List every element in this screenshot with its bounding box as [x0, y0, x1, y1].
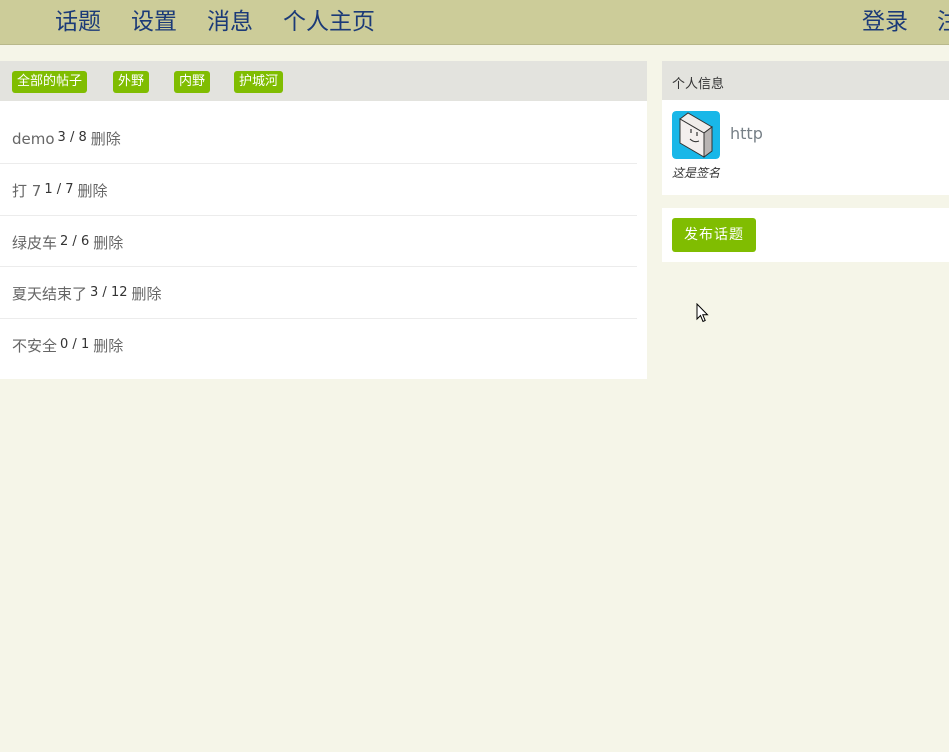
reply-count: 1	[44, 182, 53, 197]
view-count: 6	[80, 234, 90, 249]
topic-row: demo 3 / 8 删除	[0, 112, 637, 164]
nav-topics-link[interactable]: 话题	[55, 8, 101, 36]
nav-profile-link[interactable]: 个人主页	[283, 8, 375, 36]
profile-panel-title: 个人信息	[672, 77, 725, 92]
tab-all-posts[interactable]: 全部的帖子	[12, 71, 88, 93]
tab-moat[interactable]: 护城河	[234, 71, 284, 93]
topic-title-link[interactable]: demo	[12, 130, 55, 148]
publish-topic-button[interactable]: 发布话题	[672, 218, 756, 252]
profile-panel-header: 个人信息	[662, 61, 949, 100]
topic-row: 绿皮车 2 / 6 删除	[0, 215, 637, 267]
username-link[interactable]: http	[730, 124, 763, 143]
delete-link[interactable]: 删除	[91, 130, 121, 148]
mouse-cursor-icon	[696, 303, 709, 323]
view-count: 7	[65, 182, 74, 197]
profile-panel: 个人信息 http 这是签名	[662, 61, 949, 195]
topic-row: 不安全 0 / 1 删除	[0, 319, 637, 371]
avatar[interactable]	[672, 111, 720, 159]
topic-tabs-bar: 全部的帖子 外野 内野 护城河	[0, 61, 647, 101]
topic-list-panel: 全部的帖子 外野 内野 护城河 demo 3 / 8 删除 打 71 / 7 删除 绿…	[0, 61, 647, 379]
delete-link[interactable]: 删除	[93, 234, 123, 252]
topic-title-link[interactable]: 绿皮车	[12, 234, 57, 252]
count-separator: /	[68, 337, 81, 352]
topic-row: 打 71 / 7 删除	[0, 164, 637, 216]
publish-panel: 发布话题	[662, 208, 949, 262]
topic-row: 夏天结束了 3 / 12 删除	[0, 267, 637, 319]
avatar-icon	[672, 111, 720, 159]
nav-settings-link[interactable]: 设置	[131, 8, 177, 36]
count-separator: /	[68, 234, 81, 249]
nav-messages-link[interactable]: 消息	[207, 8, 253, 36]
count-separator: /	[98, 285, 111, 300]
topic-title-link[interactable]: 不安全	[12, 337, 57, 355]
tab-infield[interactable]: 内野	[174, 71, 211, 93]
tab-outfield[interactable]: 外野	[113, 71, 150, 93]
topic-title-link[interactable]: 夏天结束了	[12, 285, 87, 303]
user-signature: 这是签名	[672, 166, 721, 180]
top-navbar: 话题 设置 消息 个人主页 登录 注	[0, 0, 949, 45]
count-separator: /	[52, 182, 66, 197]
nav-login-link[interactable]: 登录	[862, 8, 908, 36]
delete-link[interactable]: 删除	[78, 182, 108, 200]
reply-count: 3	[57, 130, 66, 145]
topic-title-link[interactable]: 打 7	[12, 182, 41, 200]
count-separator: /	[65, 130, 79, 145]
view-count: 8	[78, 130, 87, 145]
delete-link[interactable]: 删除	[132, 285, 162, 303]
nav-register-link[interactable]: 注	[937, 8, 949, 36]
view-count: 12	[110, 285, 128, 300]
delete-link[interactable]: 删除	[93, 337, 123, 355]
view-count: 1	[80, 337, 90, 352]
